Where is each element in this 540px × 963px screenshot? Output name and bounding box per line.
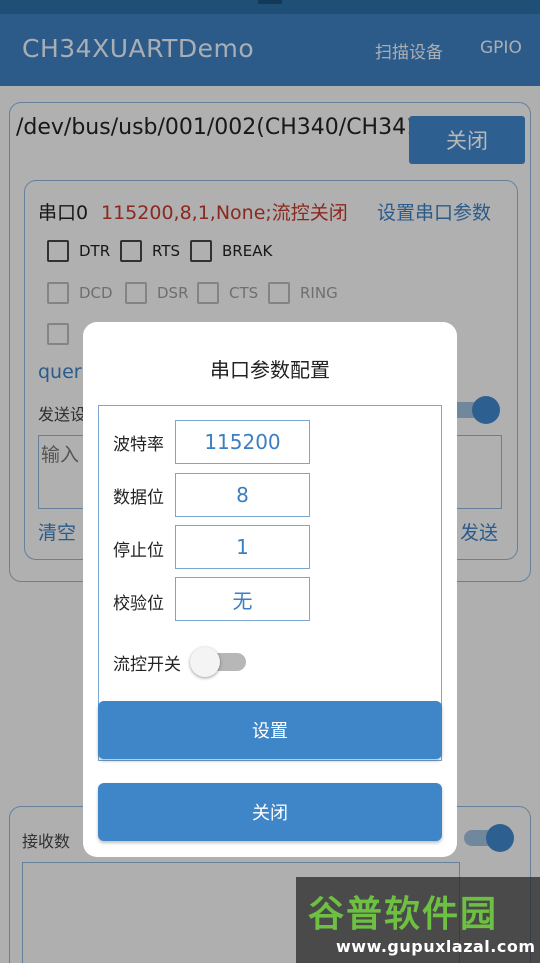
data-bits-field[interactable]: 8: [175, 473, 310, 517]
watermark-logo: 谷普软件园: [308, 894, 499, 935]
dialog-title: 串口参数配置: [210, 358, 330, 382]
parity-label: 校验位: [113, 594, 164, 614]
serial-config-dialog: 串口参数配置 波特率 115200 数据位 8 停止位 1 校验位 无 流控开关…: [83, 322, 457, 857]
dialog-set-button[interactable]: 设置: [98, 701, 442, 759]
switch-thumb: [190, 647, 220, 677]
parity-field[interactable]: 无: [175, 577, 310, 621]
baud-rate-label: 波特率: [113, 435, 164, 455]
data-bits-label: 数据位: [113, 488, 164, 508]
stop-bits-label: 停止位: [113, 541, 164, 561]
watermark: 谷普软件园 www.gupuxlazal.com: [296, 877, 540, 963]
baud-rate-field[interactable]: 115200: [175, 420, 310, 464]
stop-bits-field[interactable]: 1: [175, 525, 310, 569]
watermark-url: www.gupuxlazal.com: [336, 937, 536, 956]
dialog-close-button[interactable]: 关闭: [98, 783, 442, 841]
flow-control-label: 流控开关: [113, 655, 181, 675]
